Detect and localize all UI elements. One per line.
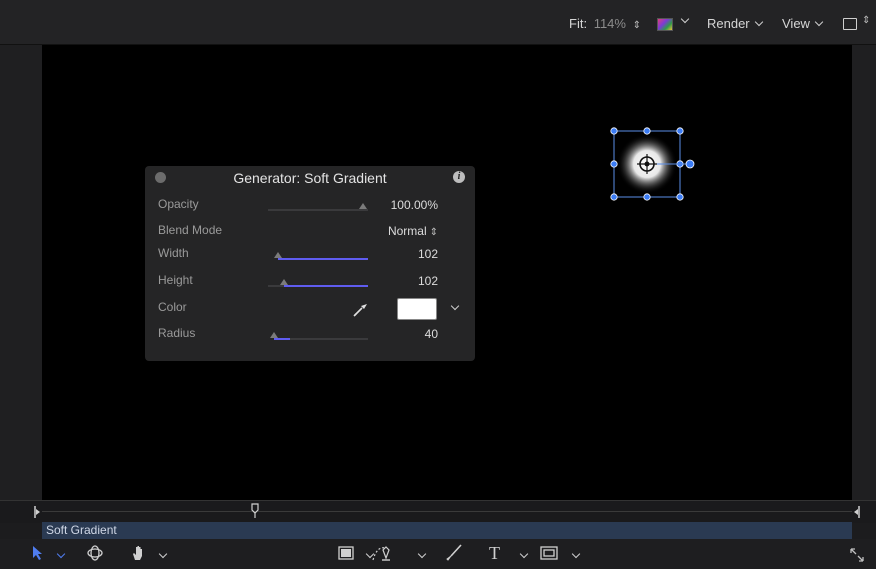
opacity-slider[interactable] (268, 209, 368, 211)
chevron-down-icon[interactable] (571, 549, 581, 559)
expand-icon[interactable] (849, 547, 865, 563)
opacity-slider-knob[interactable] (359, 203, 367, 209)
updown-icon: ⇕ (429, 227, 438, 238)
play-range-in-marker[interactable] (34, 505, 42, 519)
render-label: Render (707, 16, 750, 31)
radius-slider-knob[interactable] (270, 332, 278, 338)
rotation-handle[interactable] (685, 159, 695, 169)
layer-bar[interactable]: Soft Gradient (42, 522, 852, 539)
fit-value: 114% (593, 16, 626, 31)
width-label: Width (158, 246, 189, 260)
width-slider-fill (278, 258, 368, 260)
chevron-down-icon[interactable] (56, 549, 66, 559)
radius-slider-fill (274, 338, 290, 340)
tool-bar: T (0, 539, 876, 569)
view-label: View (782, 16, 810, 31)
blend-mode-value: Normal (387, 224, 427, 238)
layout-icon[interactable] (843, 18, 857, 30)
blend-mode-label: Blend Mode (158, 223, 223, 237)
rectangle-icon[interactable] (338, 546, 354, 560)
mini-timeline[interactable] (0, 500, 876, 523)
canvas-gutter-right (852, 45, 876, 500)
color-well[interactable] (397, 298, 437, 320)
height-slider-fill (284, 285, 368, 287)
pen-icon[interactable] (371, 544, 393, 562)
hand-icon[interactable] (131, 544, 147, 562)
updown-icon[interactable]: ⇕ (862, 15, 870, 26)
chevron-down-icon (754, 17, 763, 27)
chevron-down-icon[interactable] (450, 301, 460, 311)
chevron-down-icon[interactable] (519, 549, 529, 559)
transform-handle[interactable] (643, 127, 651, 135)
play-range-out-marker[interactable] (852, 505, 860, 519)
channels-icon[interactable] (657, 18, 673, 31)
height-label: Height (158, 273, 193, 287)
opacity-value[interactable]: 100.00% (391, 198, 438, 212)
radius-value[interactable]: 40 (425, 327, 438, 341)
canvas-toolbar: Fit: 114% ⇕ Render View ⇕ (0, 0, 876, 45)
blend-mode-popup[interactable]: Normal ⇕ (388, 224, 438, 238)
brush-icon[interactable] (445, 544, 463, 562)
chevron-down-icon (814, 17, 824, 27)
transform-handle[interactable] (676, 193, 684, 201)
svg-text:T: T (489, 544, 500, 562)
transform-handle[interactable] (676, 127, 684, 135)
soft-gradient-object[interactable] (610, 127, 700, 203)
hud-title: Generator: Soft Gradient (233, 170, 387, 186)
arrow-icon[interactable] (32, 545, 44, 561)
canvas-gutter-left (0, 45, 42, 500)
opacity-label: Opacity (158, 197, 199, 211)
render-menu[interactable]: Render (707, 16, 763, 31)
chevron-down-icon[interactable] (158, 549, 168, 559)
eyedropper-icon[interactable] (352, 300, 370, 318)
color-label: Color (158, 300, 187, 314)
zoom-fit-control[interactable]: Fit: 114% ⇕ (569, 16, 641, 31)
width-slider-knob[interactable] (274, 252, 282, 258)
height-value[interactable]: 102 (418, 274, 438, 288)
width-value[interactable]: 102 (418, 247, 438, 261)
orbit-icon[interactable] (86, 544, 104, 562)
timeline-ruler (42, 511, 852, 512)
info-icon[interactable]: i (453, 171, 465, 183)
transform-handle[interactable] (643, 193, 651, 201)
transform-handle[interactable] (610, 127, 618, 135)
height-slider-knob[interactable] (280, 279, 288, 285)
chevron-down-icon[interactable] (680, 14, 690, 24)
fit-label: Fit: (569, 16, 588, 31)
mask-icon[interactable] (540, 546, 558, 560)
transform-handle[interactable] (610, 193, 618, 201)
radius-label: Radius (158, 326, 196, 340)
hud-panel: Generator: Soft Gradient i Opacity 100.0… (145, 166, 475, 361)
transform-handle[interactable] (610, 160, 618, 168)
view-menu[interactable]: View (782, 16, 824, 31)
playhead-icon[interactable] (250, 503, 260, 519)
updown-icon: ⇕ (632, 20, 641, 31)
layer-name: Soft Gradient (46, 523, 117, 537)
text-icon[interactable]: T (488, 544, 504, 562)
chevron-down-icon[interactable] (417, 549, 427, 559)
